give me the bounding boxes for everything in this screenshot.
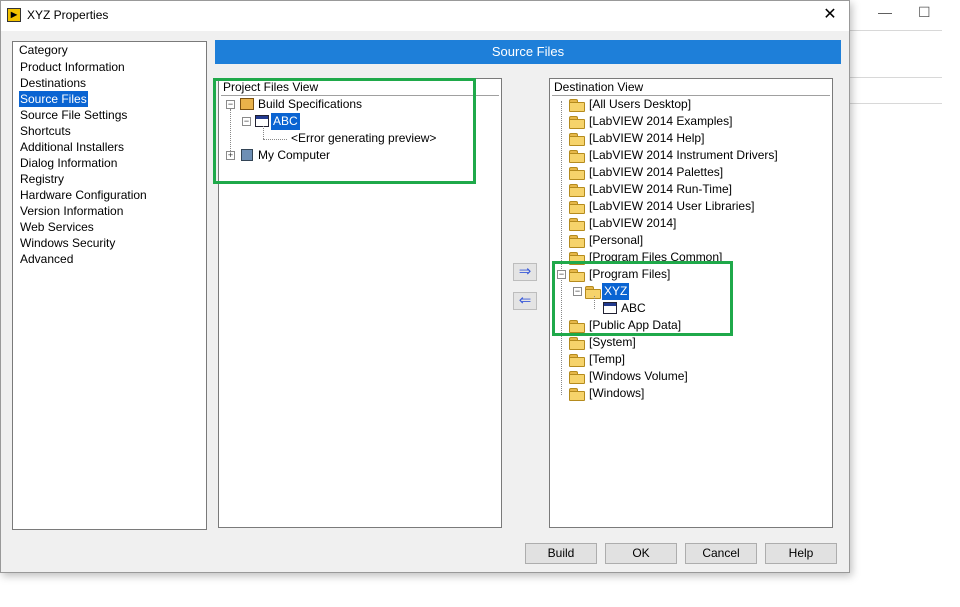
- category-item[interactable]: Shortcuts: [19, 123, 72, 139]
- folder-icon: [569, 354, 585, 367]
- highlight-box-destination: [552, 261, 733, 336]
- category-item[interactable]: Source Files: [19, 91, 88, 107]
- category-list: Product Information Destinations Source Fi…: [19, 59, 148, 267]
- remove-arrow-button[interactable]: ⇐: [513, 292, 537, 310]
- title-bar[interactable]: ▶ XYZ Properties ✕: [1, 1, 849, 31]
- background-divider: [850, 77, 942, 78]
- close-button[interactable]: ✕: [817, 3, 843, 27]
- folder-icon: [569, 388, 585, 401]
- tree-item-label: [System]: [589, 335, 636, 349]
- background-divider: [850, 30, 942, 31]
- tree-item-label: [Windows Volume]: [589, 369, 688, 383]
- folder-icon: [569, 218, 585, 231]
- folder-icon: [569, 184, 585, 197]
- tree-item-label: [LabVIEW 2014 Run-Time]: [589, 182, 732, 196]
- folder-icon: [569, 116, 585, 129]
- category-item[interactable]: Advanced: [19, 251, 74, 267]
- folder-icon: [569, 167, 585, 180]
- tree-item-label: [LabVIEW 2014 Instrument Drivers]: [589, 148, 778, 162]
- folder-icon: [569, 133, 585, 146]
- tree-item-label: [LabVIEW 2014 Help]: [589, 131, 705, 145]
- category-item[interactable]: Additional Installers: [19, 139, 125, 155]
- category-item[interactable]: Registry: [19, 171, 65, 187]
- properties-dialog: ▶ XYZ Properties ✕ Category Product Info…: [0, 0, 850, 573]
- folder-icon: [569, 150, 585, 163]
- folder-icon: [569, 371, 585, 384]
- folder-icon: [569, 201, 585, 214]
- background-minimize-icon[interactable]: —: [878, 4, 892, 20]
- category-item[interactable]: Source File Settings: [19, 107, 128, 123]
- labview-app-icon: ▶: [7, 8, 21, 22]
- folder-icon: [569, 235, 585, 248]
- category-item[interactable]: Version Information: [19, 203, 124, 219]
- tree-item-label: [LabVIEW 2014]: [589, 216, 677, 230]
- category-item[interactable]: Web Services: [19, 219, 95, 235]
- tree-item-label: [Windows]: [589, 386, 645, 400]
- window-title: XYZ Properties: [27, 8, 109, 22]
- highlight-box-project: [213, 78, 476, 184]
- folder-icon: [569, 99, 585, 112]
- category-header: Category: [19, 43, 68, 57]
- category-item[interactable]: Windows Security: [19, 235, 116, 251]
- category-item[interactable]: Destinations: [19, 75, 87, 91]
- tree-item-label: [LabVIEW 2014 User Libraries]: [589, 199, 755, 213]
- tree-item-label: [All Users Desktop]: [589, 97, 692, 111]
- background-maximize-icon[interactable]: ☐: [918, 4, 931, 21]
- tree-item-label: [Personal]: [589, 233, 644, 247]
- tree-connector: [561, 101, 562, 395]
- folder-icon: [569, 337, 585, 350]
- category-item[interactable]: Hardware Configuration: [19, 187, 148, 203]
- tree-item-label: [LabVIEW 2014 Palettes]: [589, 165, 724, 179]
- add-arrow-button[interactable]: ⇒: [513, 263, 537, 281]
- category-item[interactable]: Product Information: [19, 59, 126, 75]
- build-button[interactable]: Build: [525, 543, 597, 564]
- tree-item-label: [Temp]: [589, 352, 626, 366]
- destination-view-title: Destination View: [554, 80, 644, 94]
- background-divider: [850, 103, 942, 104]
- section-banner: Source Files: [215, 40, 841, 64]
- help-button[interactable]: Help: [765, 543, 837, 564]
- tree-item-label: [LabVIEW 2014 Examples]: [589, 114, 733, 128]
- cancel-button[interactable]: Cancel: [685, 543, 757, 564]
- ok-button[interactable]: OK: [605, 543, 677, 564]
- category-item[interactable]: Dialog Information: [19, 155, 118, 171]
